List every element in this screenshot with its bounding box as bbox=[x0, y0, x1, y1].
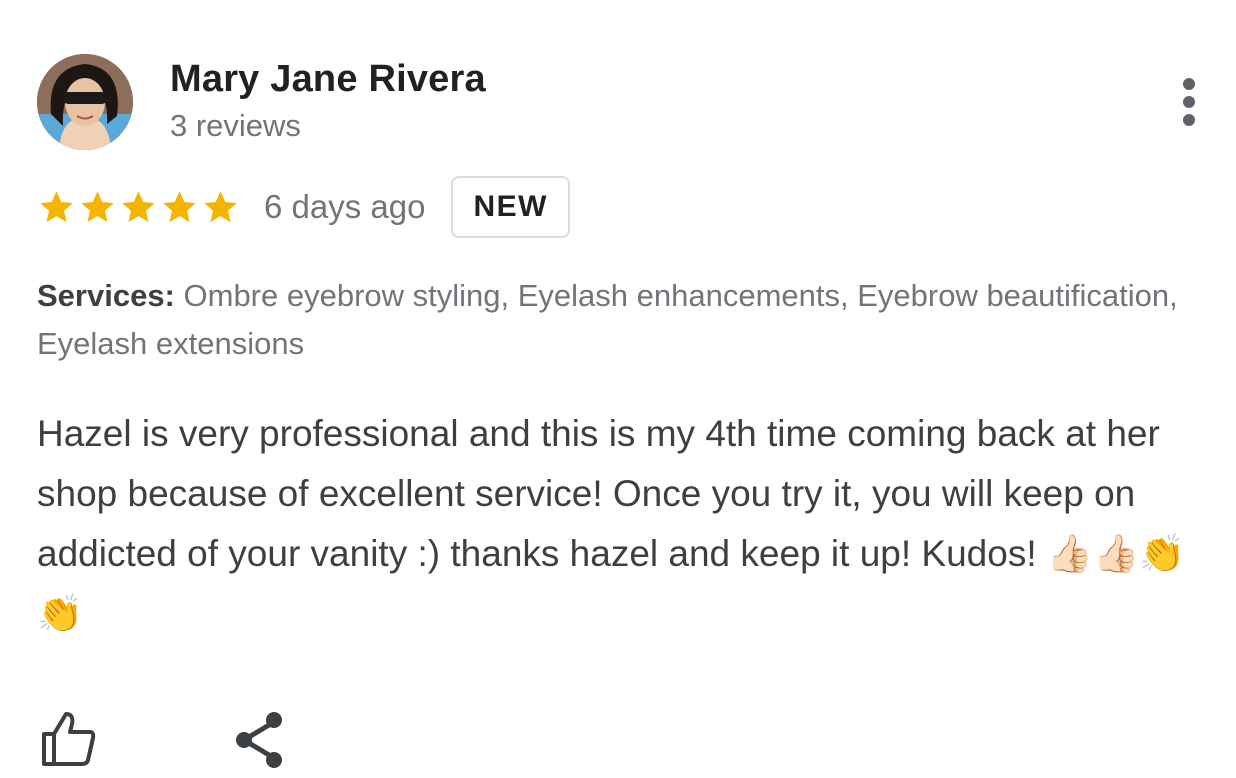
services: Services: Ombre eyebrow styling, Eyelash… bbox=[37, 272, 1207, 368]
star-icon bbox=[204, 190, 237, 222]
rating-row: 6 days ago NEW bbox=[37, 174, 570, 240]
star-icon bbox=[81, 190, 114, 222]
author-name[interactable]: Mary Jane Rivera bbox=[170, 58, 486, 101]
services-label: Services: bbox=[37, 278, 175, 313]
star-icon bbox=[163, 190, 196, 222]
star-icon bbox=[40, 190, 73, 222]
star-rating bbox=[37, 188, 240, 227]
avatar-image bbox=[37, 54, 133, 150]
thumbs-up-icon bbox=[42, 712, 96, 766]
like-button[interactable] bbox=[38, 708, 98, 768]
review-text: Hazel is very professional and this is m… bbox=[37, 413, 1186, 634]
share-icon bbox=[236, 712, 282, 768]
avatar[interactable] bbox=[37, 54, 133, 150]
new-badge: NEW bbox=[451, 176, 570, 238]
more-options-button[interactable] bbox=[1170, 74, 1208, 130]
review-count[interactable]: 3 reviews bbox=[170, 108, 301, 144]
services-list: Ombre eyebrow styling, Eyelash enhanceme… bbox=[37, 278, 1178, 361]
more-vert-icon bbox=[1183, 78, 1195, 90]
review-date: 6 days ago bbox=[264, 188, 426, 225]
share-button[interactable] bbox=[232, 708, 288, 768]
star-icon bbox=[122, 190, 155, 222]
